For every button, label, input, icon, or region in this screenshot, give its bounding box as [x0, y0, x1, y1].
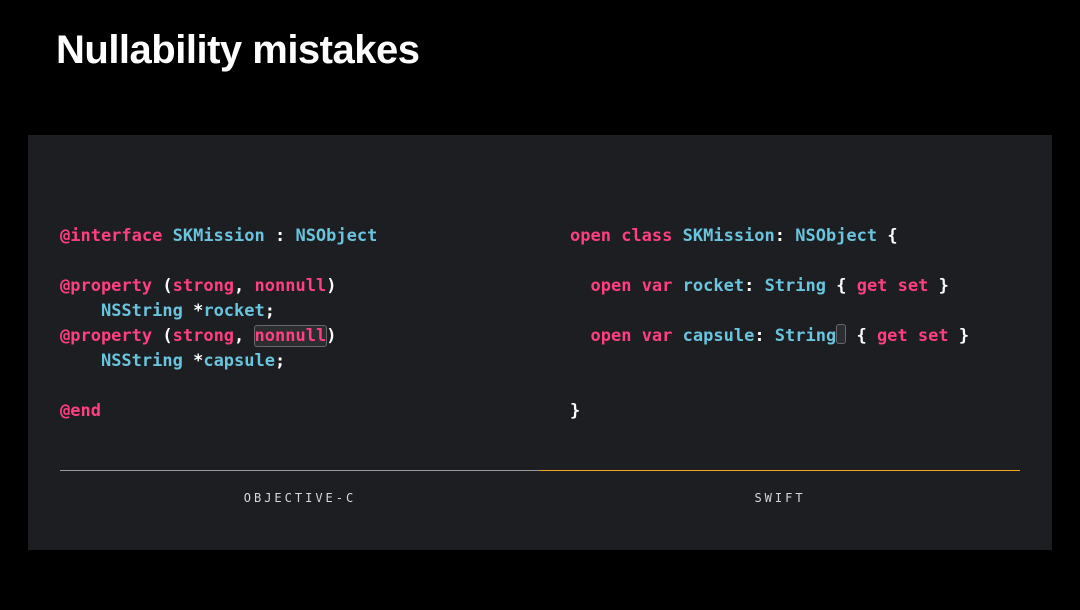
objc-line-3: @property (strong, nonnull): [60, 276, 336, 296]
objc-line-4: NSString *rocket;: [60, 301, 275, 321]
swift-line-5: open var capsule: String { get set }: [570, 326, 969, 346]
objc-code: @interface SKMission : NSObject @propert…: [60, 199, 510, 449]
highlight-optional-marker: [836, 324, 846, 344]
objc-footer: OBJECTIVE-C: [60, 470, 540, 530]
slide-title: Nullability mistakes: [56, 28, 419, 73]
objc-line-5: @property (strong, nonnull): [60, 326, 336, 346]
swift-line-8: }: [570, 401, 580, 421]
highlight-nonnull: nonnull: [254, 325, 328, 347]
objc-line-1: @interface SKMission : NSObject: [60, 226, 377, 246]
swift-column: open class SKMission: NSObject { open va…: [540, 195, 1020, 530]
objc-line-6: NSString *capsule;: [60, 351, 285, 371]
swift-label: SWIFT: [540, 471, 1020, 505]
objc-column: @interface SKMission : NSObject @propert…: [60, 195, 540, 530]
swift-footer: SWIFT: [540, 470, 1020, 530]
code-panel: @interface SKMission : NSObject @propert…: [28, 135, 1052, 550]
swift-line-1: open class SKMission: NSObject {: [570, 226, 898, 246]
objc-line-8: @end: [60, 401, 101, 421]
slide: Nullability mistakes @interface SKMissio…: [0, 0, 1080, 610]
swift-line-3: open var rocket: String { get set }: [570, 276, 949, 296]
objc-label: OBJECTIVE-C: [60, 471, 540, 505]
swift-code: open class SKMission: NSObject { open va…: [570, 199, 1020, 449]
